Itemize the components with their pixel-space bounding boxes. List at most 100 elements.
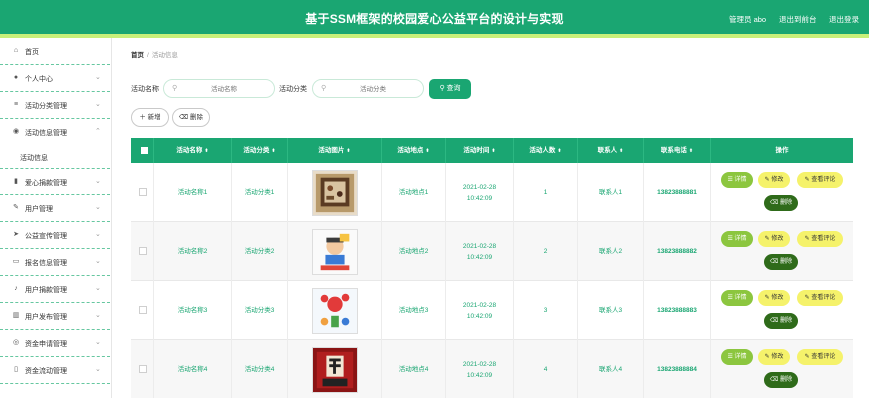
query-button[interactable]: ⚲ 查询 (429, 79, 471, 99)
row-delete-button[interactable]: ⌫ 删除 (764, 254, 798, 270)
sidebar: ⌂ 首页 ● 个人中心 ⌄ ≡ 活动分类管理 ⌄ ◉ 活动信息管理 ⌃ 活动信息… (0, 38, 112, 398)
column-header-count[interactable]: 活动人数 ⬍ (514, 138, 578, 163)
sidebar-item-fund-application[interactable]: ◎ 资金申请管理 ⌄ (0, 330, 110, 357)
sidebar-item-label: 首页 (25, 49, 39, 56)
row-select-cell (131, 163, 154, 222)
edit-button[interactable]: ✎ 修改 (758, 172, 790, 188)
sidebar-item-activity-category[interactable]: ≡ 活动分类管理 ⌄ (0, 92, 110, 119)
sort-icon: ⬍ (491, 148, 496, 154)
trash-icon: ⌫ (179, 114, 190, 121)
microphone-icon: ♪ (14, 285, 18, 292)
sidebar-subitem-activity-info[interactable]: 活动信息 (0, 146, 110, 168)
cell-operations: ☰ 详情 ✎ 修改 ✎ 查看评论 ⌫ 删除 (711, 340, 853, 398)
activity-image[interactable] (311, 287, 358, 334)
add-button[interactable]: ＋ 新增 (131, 108, 169, 127)
sidebar-item-label: 个人中心 (25, 76, 53, 83)
logout-link[interactable]: 退出登录 (829, 14, 859, 25)
sidebar-item-label: 资金流动管理 (25, 368, 67, 375)
column-header-time[interactable]: 活动时间 ⬍ (446, 138, 514, 163)
chevron-down-icon: ⌄ (95, 178, 101, 185)
sidebar-item-home[interactable]: ⌂ 首页 (0, 38, 110, 65)
sort-icon: ⬍ (425, 148, 430, 154)
sidebar-item-user-management[interactable]: ✎ 用户管理 ⌄ (0, 195, 110, 222)
edit-button[interactable]: ✎ 修改 (758, 290, 790, 306)
cell-time: 2021-02-28 10:42:09 (446, 163, 514, 222)
row-checkbox[interactable] (139, 247, 147, 255)
sidebar-item-fund-flow[interactable]: ▯ 资金流动管理 ⌄ (0, 357, 110, 384)
breadcrumb-home[interactable]: 首页 (131, 52, 144, 59)
activity-image[interactable] (311, 346, 358, 393)
column-header-contact[interactable]: 联系人 ⬍ (578, 138, 644, 163)
cell-time: 2021-02-28 10:42:09 (446, 281, 514, 340)
detail-button[interactable]: ☰ 详情 (721, 349, 753, 365)
column-header-place[interactable]: 活动地点 ⬍ (382, 138, 446, 163)
edit-button[interactable]: ✎ 修改 (758, 231, 790, 247)
row-checkbox[interactable] (139, 306, 147, 314)
sidebar-item-activity-info[interactable]: ◉ 活动信息管理 ⌃ (0, 119, 110, 146)
plus-icon: ＋ (139, 114, 148, 121)
table-row: 活动名称4 活动分类4 活动地点4 2021-02-28 10:42:09 4 … (131, 340, 853, 398)
view-comments-button[interactable]: ✎ 查看评论 (797, 172, 843, 188)
breadcrumb-current: 活动信息 (151, 52, 178, 59)
sort-icon: ⬍ (204, 148, 209, 154)
sidebar-item-donation[interactable]: ▮ 爱心捐款管理 ⌄ (0, 168, 110, 195)
cell-image (288, 281, 382, 340)
column-header-operations: 操作 (775, 147, 789, 154)
activity-category-search: ⚲ (312, 79, 424, 98)
activity-image[interactable] (311, 169, 358, 216)
row-checkbox[interactable] (139, 188, 147, 196)
sidebar-item-user-publish[interactable]: ▥ 用户发布管理 ⌄ (0, 303, 110, 330)
sidebar-item-label: 活动信息管理 (25, 130, 67, 137)
cell-name: 活动名称4 (154, 340, 232, 398)
activity-name-input[interactable] (180, 82, 268, 96)
select-all-checkbox[interactable] (141, 147, 148, 154)
cell-phone: 13823888883 (644, 281, 711, 340)
sidebar-item-label: 公益宣传管理 (25, 233, 67, 240)
row-delete-button[interactable]: ⌫ 删除 (764, 372, 798, 388)
chevron-down-icon: ⌄ (95, 366, 101, 373)
sidebar-item-label: 用户管理 (25, 206, 53, 213)
sidebar-item-registration[interactable]: ▭ 报名信息管理 ⌄ (0, 249, 110, 276)
row-checkbox[interactable] (139, 365, 147, 373)
cell-image (288, 222, 382, 281)
sidebar-item-user-donation[interactable]: ♪ 用户捐款管理 ⌄ (0, 276, 110, 303)
view-comments-button[interactable]: ✎ 查看评论 (797, 290, 843, 306)
detail-button[interactable]: ☰ 详情 (721, 172, 753, 188)
column-header-category[interactable]: 活动分类 ⬍ (232, 138, 288, 163)
row-delete-button[interactable]: ⌫ 删除 (764, 313, 798, 329)
edit-button[interactable]: ✎ 修改 (758, 349, 790, 365)
cell-contact: 联系人2 (578, 222, 644, 281)
cell-place: 活动地点3 (382, 281, 446, 340)
building-icon: ▥ (12, 312, 20, 319)
table-row: 活动名称2 活动分类2 活动地点2 2021-02-28 10:42:09 2 … (131, 222, 853, 281)
cell-count: 2 (514, 222, 578, 281)
row-select-cell (131, 340, 154, 398)
chevron-down-icon: ⌄ (95, 339, 101, 346)
view-comments-button[interactable]: ✎ 查看评论 (797, 231, 843, 247)
column-header-image[interactable]: 活动图片 ⬍ (288, 138, 382, 163)
cell-contact: 联系人1 (578, 163, 644, 222)
cell-count: 3 (514, 281, 578, 340)
detail-button[interactable]: ☰ 详情 (721, 231, 753, 247)
detail-button[interactable]: ☰ 详情 (721, 290, 753, 306)
view-comments-button[interactable]: ✎ 查看评论 (797, 349, 843, 365)
table-row: 活动名称3 活动分类3 活动地点3 2021-02-28 10:42:09 3 … (131, 281, 853, 340)
query-button-label: 查询 (446, 85, 461, 92)
delete-button[interactable]: ⌫ 删除 (172, 108, 210, 127)
sidebar-item-publicity[interactable]: ➤ 公益宣传管理 ⌄ (0, 222, 110, 249)
sidebar-item-personal-center[interactable]: ● 个人中心 ⌄ (0, 65, 110, 92)
activity-image[interactable] (311, 228, 358, 275)
back-to-front-link[interactable]: 退出到前台 (779, 14, 817, 25)
sidebar-subitem-label: 活动信息 (20, 155, 48, 162)
edit-icon: ✎ (13, 204, 19, 211)
cell-contact: 联系人4 (578, 340, 644, 398)
cell-operations: ☰ 详情 ✎ 修改 ✎ 查看评论 ⌫ 删除 (711, 281, 853, 340)
cell-image (288, 163, 382, 222)
column-header-phone[interactable]: 联系电话 ⬍ (644, 138, 711, 163)
search-icon: ⚲ (172, 85, 178, 92)
activity-category-input[interactable] (329, 82, 417, 96)
sidebar-item-label: 资金申请管理 (25, 341, 67, 348)
row-delete-button[interactable]: ⌫ 删除 (764, 195, 798, 211)
column-header-name[interactable]: 活动名称 ⬍ (154, 138, 232, 163)
phone-icon: ▯ (14, 366, 18, 373)
